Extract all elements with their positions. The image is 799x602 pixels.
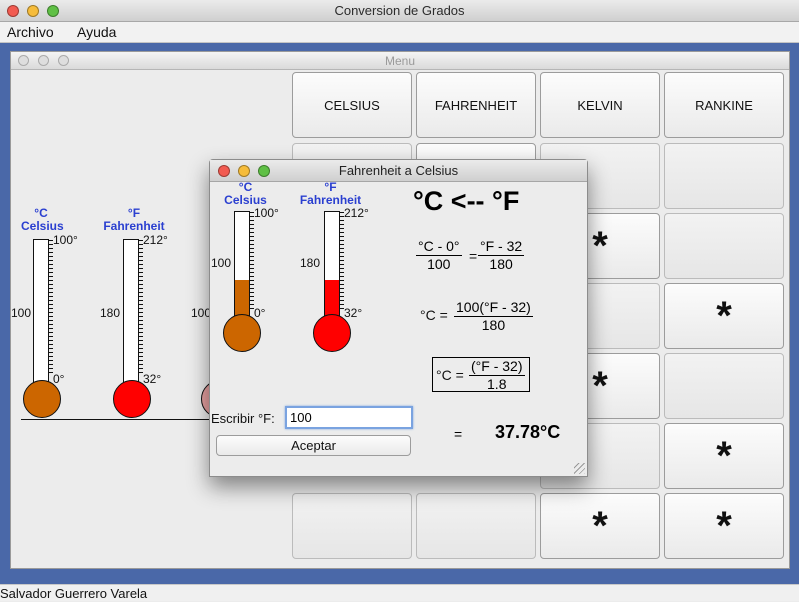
menu-bar: Archivo Ayuda — [0, 22, 799, 43]
dialog-fahrenheit-top: 212° — [344, 206, 369, 220]
grid-cell-f-r[interactable] — [664, 213, 784, 279]
fahrenheit-input[interactable] — [285, 406, 413, 429]
dialog-celsius-ticks — [249, 212, 254, 312]
close-window-button[interactable] — [7, 5, 19, 17]
formula3-fraction: (°F - 32) 1.8 — [469, 358, 525, 393]
dialog-title-bar[interactable]: Fahrenheit a Celsius — [210, 160, 587, 182]
dialog-title: Fahrenheit a Celsius — [338, 163, 459, 178]
window-title-bar: Conversion de Grados — [0, 0, 799, 22]
formula2-lhs: °C = — [420, 307, 448, 323]
dialog-zoom-button[interactable] — [258, 165, 270, 177]
zoom-window-button[interactable] — [47, 5, 59, 17]
grid-cell-r-r[interactable] — [664, 353, 784, 419]
formula2-fraction: 100(°F - 32) 180 — [454, 299, 533, 334]
dialog-celsius-top: 100° — [254, 206, 279, 220]
dialog-fahrenheit-tube — [324, 211, 340, 323]
grid-cell-c-r[interactable] — [664, 143, 784, 209]
dialog-minimize-button[interactable] — [238, 165, 250, 177]
result-equals: = — [454, 426, 463, 442]
status-text: Salvador Guerrero Varela — [0, 586, 148, 601]
frame-minimize-button[interactable] — [38, 55, 49, 66]
bg-fahrenheit-tube — [123, 239, 139, 389]
bg-celsius-ticks — [48, 240, 53, 375]
bg-fahrenheit-top: 212° — [143, 233, 168, 247]
minimize-window-button[interactable] — [27, 5, 39, 17]
formula3-den: 1.8 — [487, 376, 507, 392]
fahrenheit-to-celsius-dialog: Fahrenheit a Celsius °C Celsius 100° 100 … — [209, 159, 588, 477]
dialog-fahrenheit-bottom: 32° — [344, 306, 363, 320]
resize-grip-icon[interactable] — [574, 463, 585, 474]
result-value: 37.78°C — [495, 422, 561, 442]
formula1-left-fraction: °C - 0° 100 — [416, 238, 462, 273]
menu-ayuda[interactable]: Ayuda — [77, 22, 116, 43]
conversion-heading: °C <-- °F — [413, 186, 520, 216]
kelvin-button[interactable]: KELVIN — [540, 72, 660, 138]
fahrenheit-input-label: Escribir °F: — [211, 411, 275, 426]
dialog-fahrenheit-label: °F Fahrenheit — [299, 180, 362, 207]
formula1-equals: = — [469, 248, 478, 264]
frame-close-button[interactable] — [18, 55, 29, 66]
formula1-right-fraction: °F - 32 180 — [478, 238, 525, 273]
status-bar: Salvador Guerrero Varela — [0, 584, 799, 601]
bg-celsius-label: °C Celsius — [21, 206, 64, 233]
formula3-num: (°F - 32) — [469, 358, 525, 376]
grid-cell-5-r[interactable]: * — [664, 423, 784, 489]
bg-fahrenheit-ticks — [138, 240, 143, 375]
formula1-right-den: 180 — [489, 256, 513, 272]
rankine-button[interactable]: RANKINE — [664, 72, 784, 138]
fahrenheit-button[interactable]: FAHRENHEIT — [416, 72, 536, 138]
bg-fahrenheit-label: °F Fahrenheit — [103, 206, 165, 233]
bg-celsius-tube — [33, 239, 49, 389]
accept-button[interactable]: Aceptar — [216, 435, 411, 456]
window-title: Conversion de Grados — [334, 3, 465, 18]
menu-frame-title-bar[interactable]: Menu — [11, 52, 789, 70]
dialog-fahrenheit-bulb — [313, 314, 351, 352]
bg-fahrenheit-mid: 180 — [100, 306, 121, 320]
dialog-celsius-tube — [234, 211, 250, 323]
celsius-button[interactable]: CELSIUS — [292, 72, 412, 138]
formula2-num: 100(°F - 32) — [454, 299, 533, 317]
menu-frame-title: Menu — [384, 54, 416, 68]
formula3-box: °C = (°F - 32) 1.8 — [432, 357, 530, 392]
formula1-left-den: 100 — [427, 256, 451, 272]
formula2-den: 180 — [481, 317, 506, 333]
dialog-celsius-mid: 100 — [211, 256, 232, 270]
dialog-fahrenheit-ticks — [339, 212, 344, 312]
formula3-lhs: °C = — [436, 367, 464, 383]
frame-zoom-button[interactable] — [58, 55, 69, 66]
bg-fahrenheit-bulb — [113, 380, 151, 418]
bg-celsius-top: 100° — [53, 233, 78, 247]
bg-fahrenheit-bottom: 32° — [143, 372, 162, 386]
grid-cell-6-f[interactable] — [416, 493, 536, 559]
formula1-right-num: °F - 32 — [478, 238, 525, 256]
dialog-fahrenheit-mid: 180 — [300, 256, 321, 270]
dialog-close-button[interactable] — [218, 165, 230, 177]
grid-cell-k-r[interactable]: * — [664, 283, 784, 349]
bg-celsius-mid: 100 — [11, 306, 32, 320]
grid-cell-6-c[interactable] — [292, 493, 412, 559]
dialog-celsius-bulb — [223, 314, 261, 352]
menu-archivo[interactable]: Archivo — [7, 22, 54, 43]
grid-cell-6-r[interactable]: * — [664, 493, 784, 559]
bg-celsius-bulb — [23, 380, 61, 418]
bg-baseline — [21, 419, 221, 420]
dialog-celsius-bottom: 0° — [254, 306, 266, 320]
dialog-celsius-label: °C Celsius — [224, 180, 267, 207]
formula1-left-num: °C - 0° — [416, 238, 462, 256]
grid-cell-6-k[interactable]: * — [540, 493, 660, 559]
